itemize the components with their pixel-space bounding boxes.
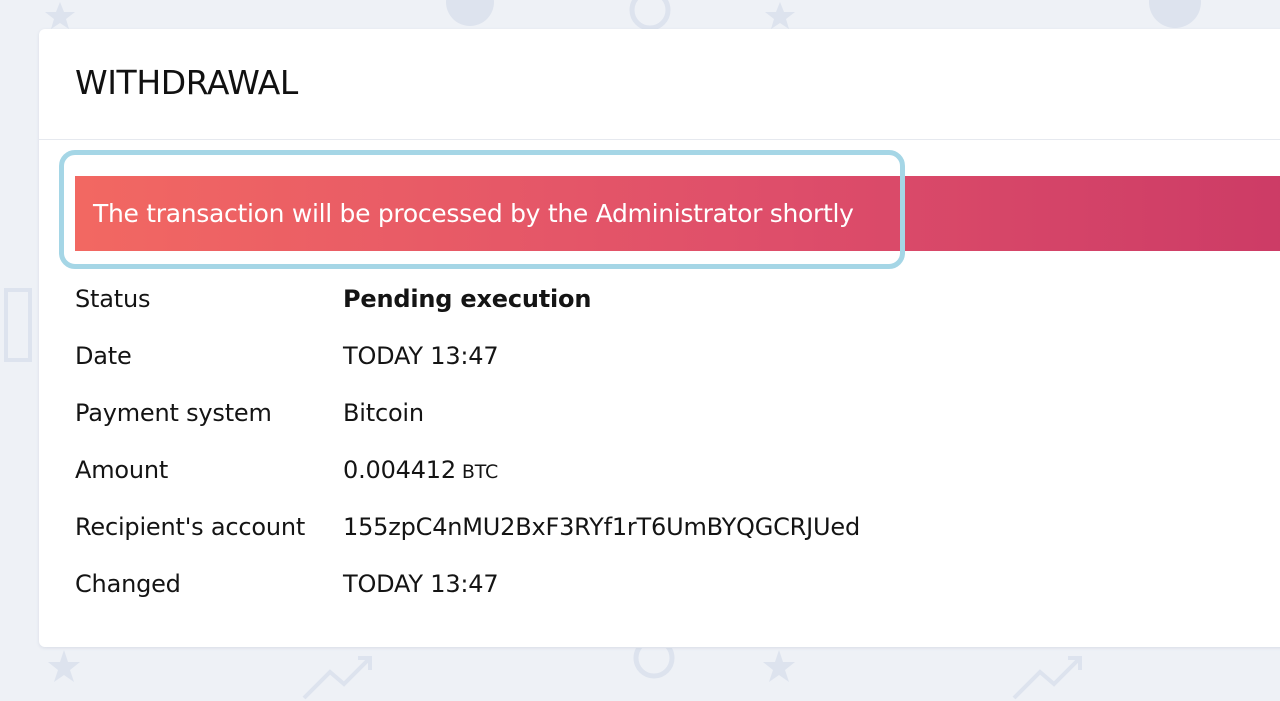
star-icon: [45, 2, 75, 29]
payment-system-value: Bitcoin: [343, 399, 424, 427]
star-icon: [765, 2, 795, 29]
changed-value: TODAY 13:47: [343, 570, 499, 598]
chart-arrow-icon: [1012, 656, 1082, 700]
status-label: Status: [75, 285, 151, 313]
amount-currency: BTC: [461, 461, 499, 483]
recipient-value[interactable]: 155zpC4nMU2BxF3RYf1rT6UmBYQGCRJUed: [343, 507, 860, 547]
amount-label: Amount: [75, 456, 169, 484]
chip-icon: [4, 288, 32, 362]
card-header: WITHDRAWAL: [39, 29, 1280, 140]
changed-label: Changed: [75, 570, 181, 598]
recipient-label: Recipient's account: [75, 513, 306, 541]
page-title: WITHDRAWAL: [75, 63, 298, 102]
amount-value-wrapper: 0.004412 BTC: [343, 450, 498, 492]
star-icon: [48, 650, 80, 682]
status-value: Pending execution: [343, 285, 592, 313]
bitcoin-icon: [629, 0, 671, 30]
detail-row-date: Date TODAY 13:47: [75, 336, 975, 393]
payment-system-label: Payment system: [75, 399, 272, 427]
bitcoin-icon: [1149, 0, 1201, 28]
chart-arrow-icon: [302, 656, 372, 700]
bitcoin-icon: [633, 648, 675, 679]
amount-value: 0.004412: [343, 456, 456, 484]
bitcoin-icon: [446, 0, 494, 26]
detail-row-amount: Amount 0.004412 BTC: [75, 450, 975, 507]
date-label: Date: [75, 342, 132, 370]
transaction-details: Status Pending execution Date TODAY 13:4…: [75, 279, 975, 621]
star-icon: [763, 650, 795, 682]
detail-row-recipient: Recipient's account 155zpC4nMU2BxF3RYf1r…: [75, 507, 975, 564]
detail-row-status: Status Pending execution: [75, 279, 975, 336]
detail-row-payment-system: Payment system Bitcoin: [75, 393, 975, 450]
highlight-frame: [59, 150, 905, 269]
withdrawal-card: WITHDRAWAL The transaction will be proce…: [39, 29, 1280, 647]
detail-row-changed: Changed TODAY 13:47: [75, 564, 975, 621]
date-value: TODAY 13:47: [343, 342, 499, 370]
